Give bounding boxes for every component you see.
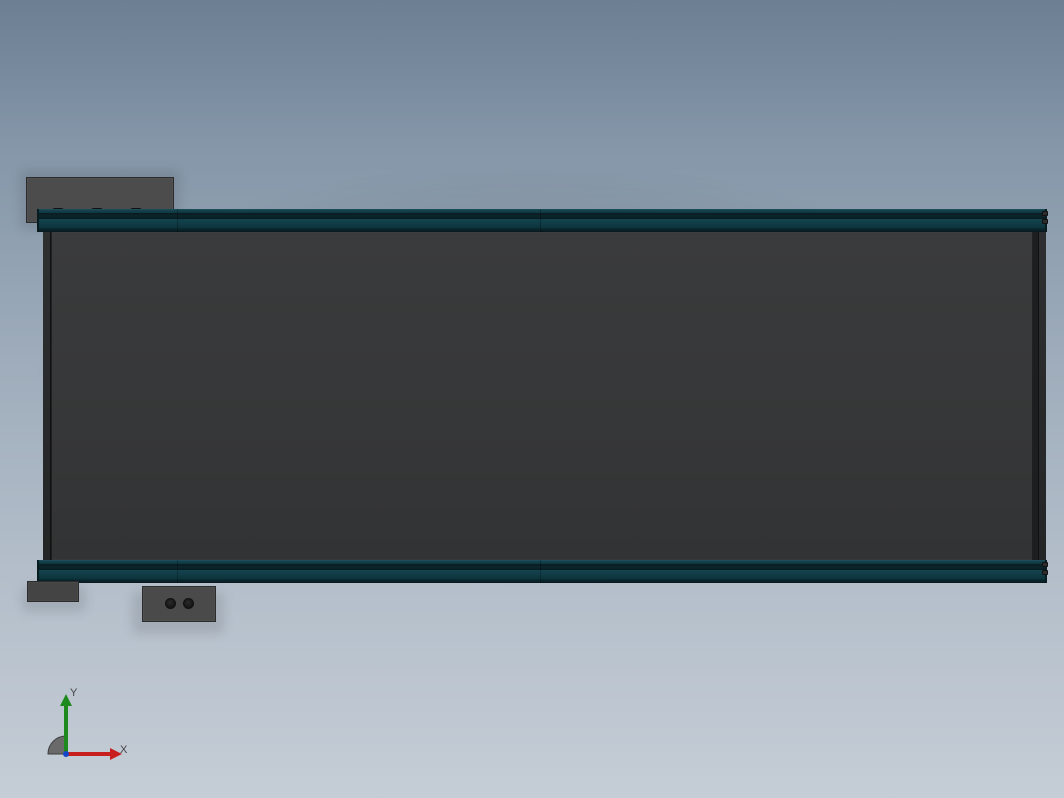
rail-end [37, 560, 39, 583]
orientation-triad[interactable]: X Y [34, 690, 126, 768]
mounting-hole [165, 598, 176, 609]
foot-bracket-bottom[interactable] [142, 586, 216, 622]
conveyor-assembly[interactable] [0, 0, 1064, 798]
cad-viewport[interactable]: X Y [0, 0, 1064, 798]
rail-end-fastener [1042, 570, 1048, 575]
side-rail-top[interactable] [37, 209, 1047, 232]
triad-svg [34, 690, 126, 768]
triad-x-label: X [120, 745, 127, 756]
rail-bottom-edge [37, 579, 1047, 583]
triad-origin-icon [48, 736, 66, 754]
rail-end-fastener [1042, 219, 1048, 224]
rail-end [37, 209, 39, 232]
mounting-hole [183, 598, 194, 609]
roller-left [43, 232, 51, 560]
rail-seam [177, 209, 178, 232]
belt-seam [542, 230, 543, 232]
rail-body [37, 570, 1047, 579]
rail-seam [177, 560, 178, 583]
rail-end-fastener [1042, 562, 1048, 567]
triad-origin-dot [63, 751, 69, 757]
triad-y-label: Y [70, 688, 77, 699]
belt-edge [1032, 232, 1033, 560]
rail-seam [540, 560, 541, 583]
conveyor-belt[interactable] [51, 232, 1033, 560]
belt-edge [51, 232, 52, 560]
rail-seam [540, 209, 541, 232]
rail-body [37, 219, 1047, 228]
bracket-bottom-left-small[interactable] [27, 581, 79, 602]
roller-right [1038, 232, 1046, 560]
rail-end-fastener [1042, 211, 1048, 216]
side-rail-bottom[interactable] [37, 560, 1047, 583]
